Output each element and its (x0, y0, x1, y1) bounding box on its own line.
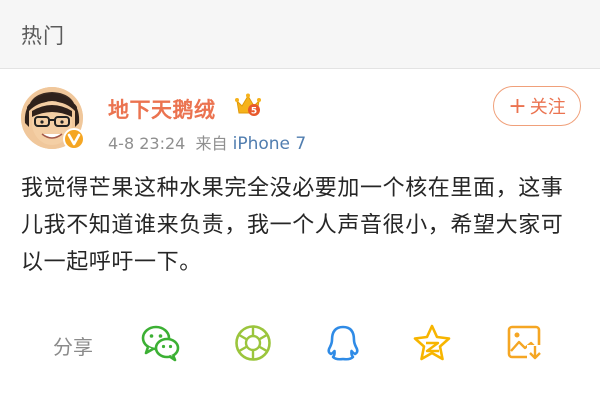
follow-plus-icon: + (508, 93, 527, 119)
verified-badge-icon (63, 128, 85, 150)
avatar[interactable] (21, 87, 85, 150)
username-link[interactable]: 地下天鹅绒 (108, 94, 216, 124)
hot-header: 热门 (0, 0, 600, 68)
qq-icon[interactable] (323, 323, 363, 363)
share-label: 分享 (53, 335, 93, 359)
post-date: 4-8 23:24 (108, 134, 186, 153)
page-title: 热门 (21, 24, 65, 48)
qzone-icon[interactable] (412, 323, 452, 363)
follow-button[interactable]: + 关注 (493, 86, 581, 126)
source-prefix: 来自 (195, 134, 228, 153)
post-meta: 4-8 23:24 来自 iPhone 7 (108, 130, 306, 154)
post-text: 我觉得芒果这种水果完全没必要加一个核在里面，这事儿我不知道谁来负责，我一个人声音… (21, 176, 564, 275)
follow-label: 关注 (529, 97, 566, 118)
device-link[interactable]: iPhone 7 (233, 134, 307, 154)
header-divider (0, 68, 600, 69)
svg-text:5: 5 (251, 107, 257, 117)
moments-icon[interactable] (233, 323, 273, 363)
vip-crown-icon[interactable]: 5 (234, 92, 262, 118)
save-image-icon[interactable] (505, 323, 545, 363)
wechat-icon[interactable] (140, 323, 180, 363)
